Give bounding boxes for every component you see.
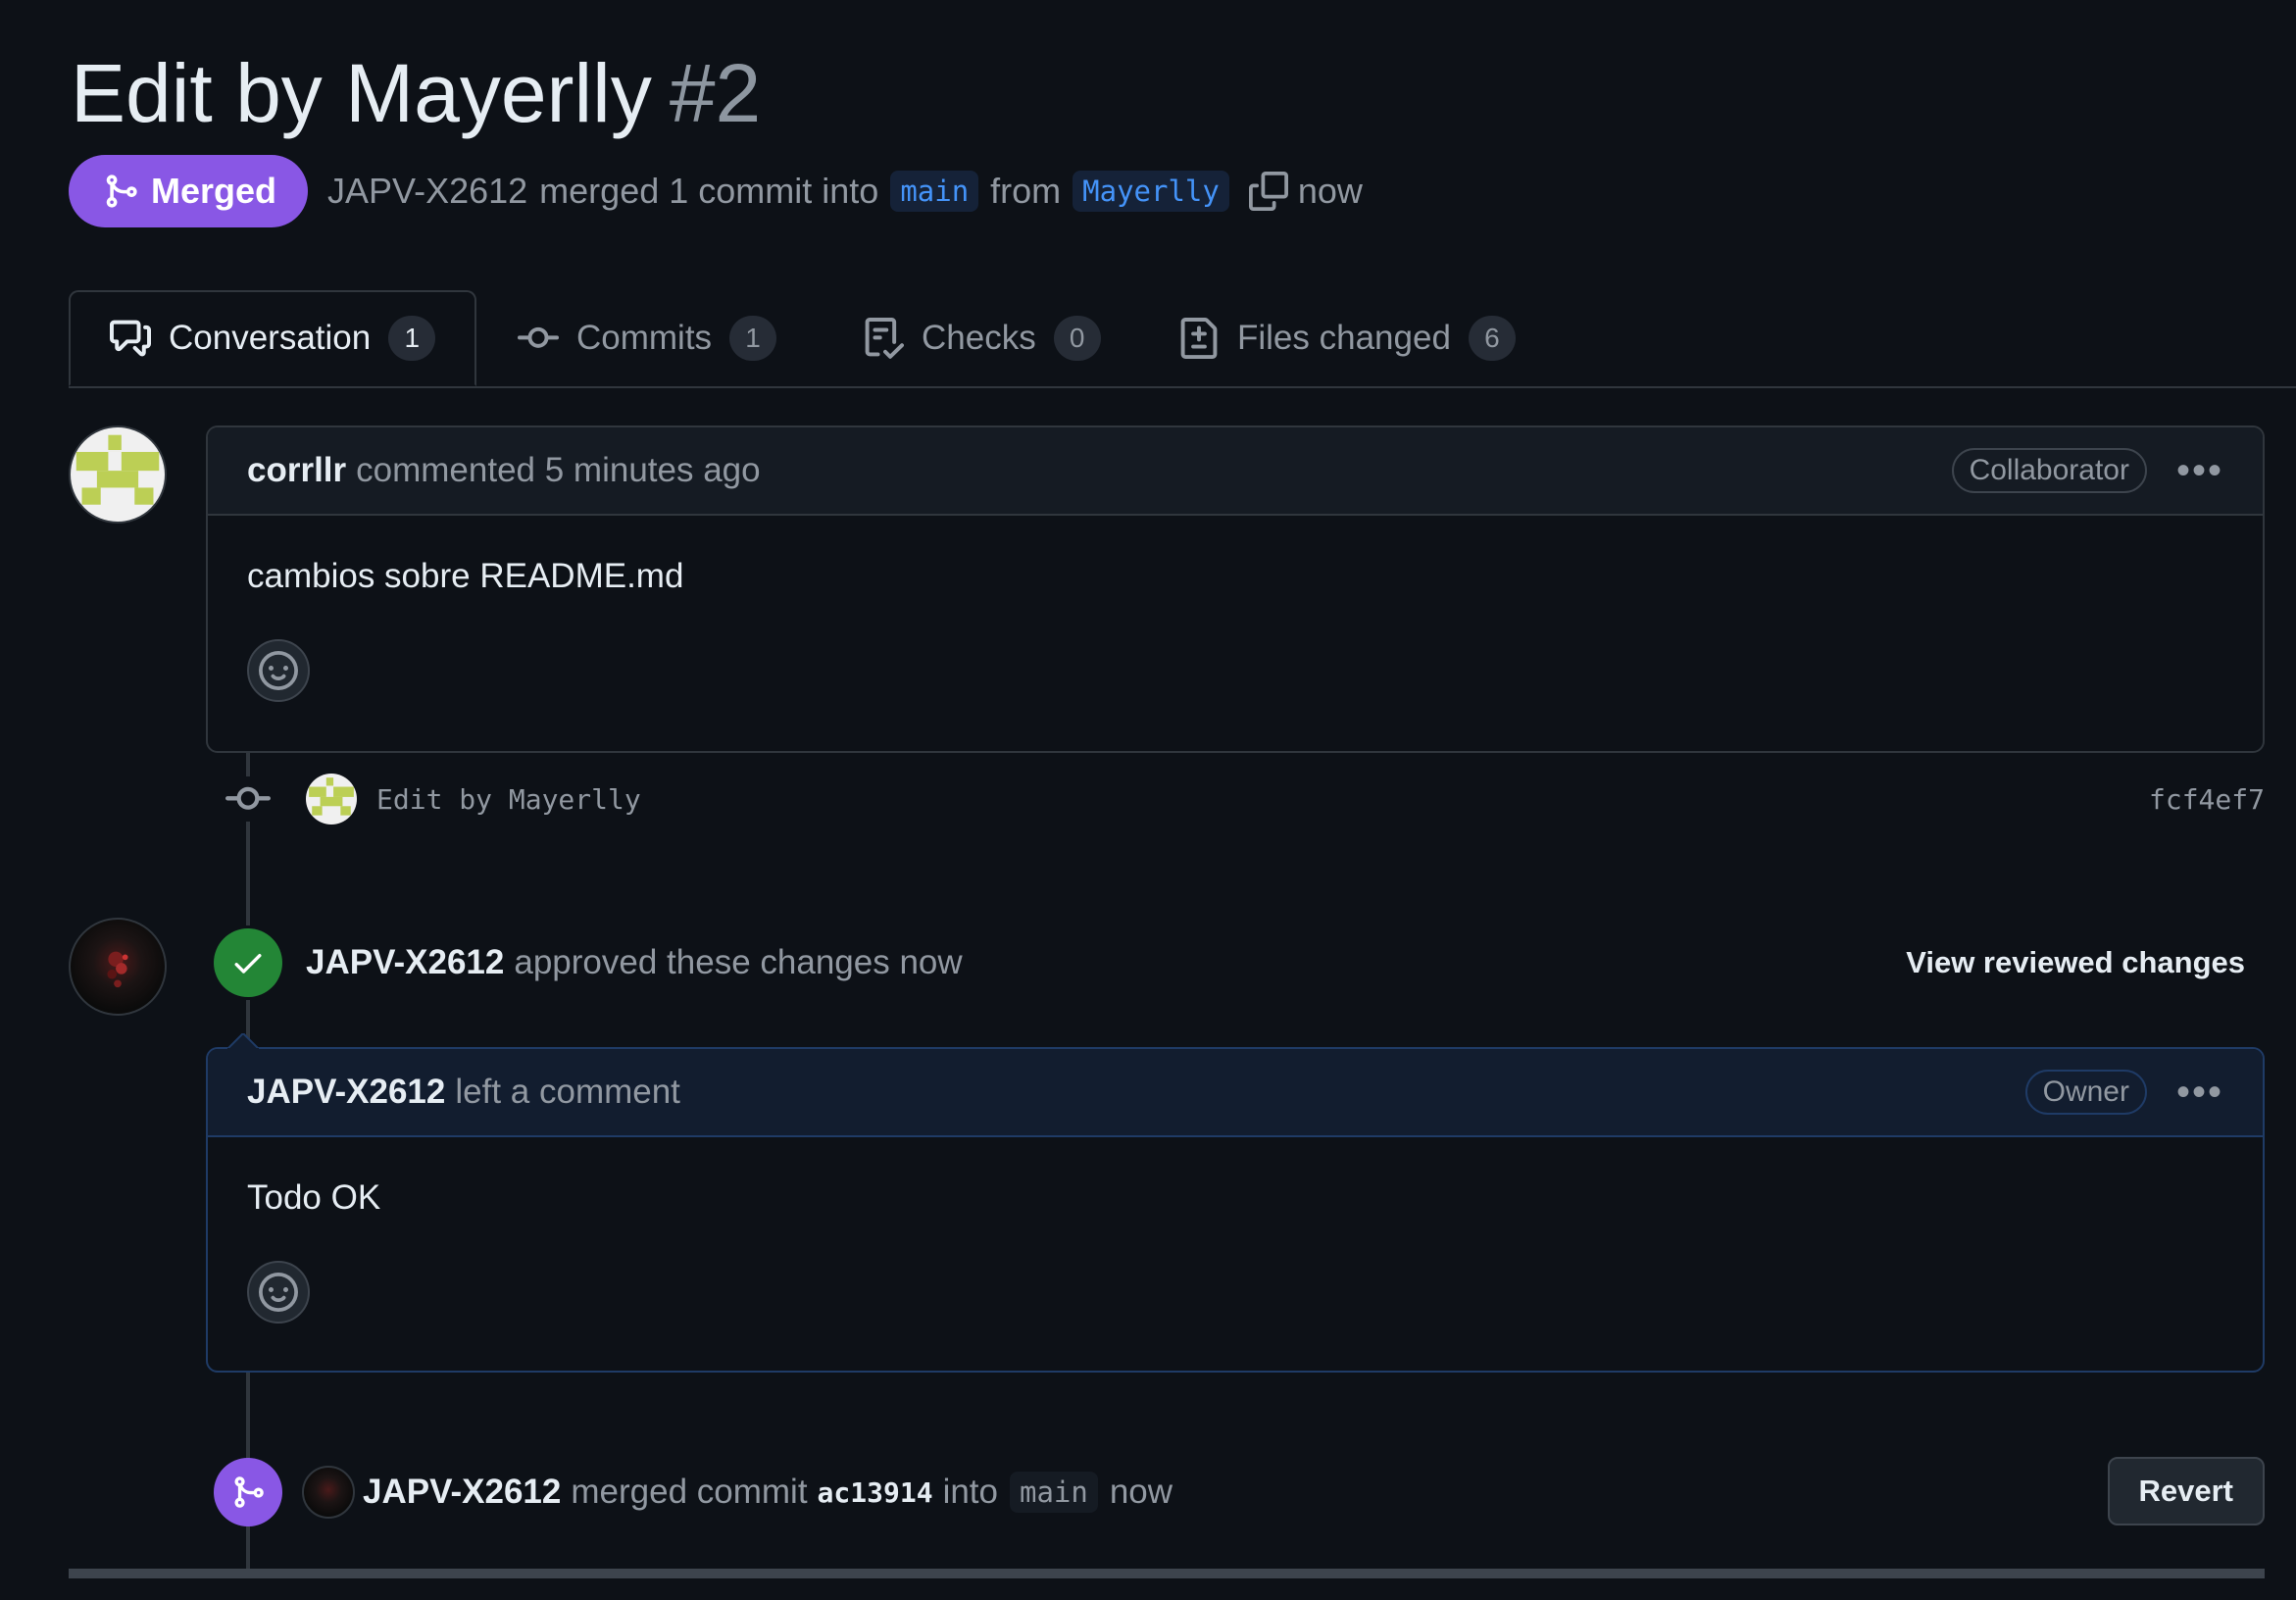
pr-tabs: Conversation 1 Commits 1 Checks 0 Files … — [69, 290, 2296, 388]
identicon-avatar — [309, 777, 354, 816]
tab-checks-label: Checks — [922, 319, 1036, 357]
git-merge-icon — [234, 1476, 264, 1508]
comment-author[interactable]: JAPV-X2612 — [247, 1073, 445, 1112]
tab-files-changed-label: Files changed — [1237, 319, 1451, 357]
comment-body: cambios sobre README.md — [247, 557, 684, 595]
kebab-menu-icon[interactable]: ••• — [2176, 1073, 2223, 1112]
avatar[interactable] — [306, 774, 357, 825]
role-badge: Owner — [2024, 1070, 2147, 1115]
divider — [69, 1569, 2265, 1578]
tab-files-changed[interactable]: Files changed 6 — [1178, 290, 1516, 386]
from-label: from — [990, 171, 1062, 211]
comment-meta: left a comment — [455, 1073, 680, 1111]
comment-author[interactable]: corrllr — [247, 451, 346, 490]
checklist-icon — [865, 318, 904, 359]
identicon-avatar — [75, 434, 160, 505]
tab-commits-count: 1 — [729, 316, 777, 361]
avatar[interactable] — [302, 1466, 355, 1519]
tab-commits[interactable]: Commits 1 — [518, 290, 777, 386]
merger-link[interactable]: JAPV-X2612 — [363, 1473, 561, 1512]
copy-icon[interactable] — [1248, 172, 1288, 211]
comment-discussion-icon — [110, 320, 151, 357]
git-commit-icon — [518, 326, 559, 348]
commit-event: Edit by Mayerlly fcf4ef7 — [225, 773, 2265, 825]
head-branch[interactable]: Mayerlly — [1073, 171, 1229, 212]
role-badge: Collaborator — [1951, 448, 2147, 493]
comment-header: corrllr commented 5 minutes ago Collabor… — [208, 427, 2263, 516]
merger-link[interactable]: JAPV-X2612 — [327, 171, 527, 212]
tab-conversation-count: 1 — [388, 316, 436, 361]
page-title: Edit by Mayerlly #2 — [71, 39, 761, 147]
tab-conversation[interactable]: Conversation 1 — [69, 290, 477, 386]
pr-title: Edit by Mayerlly — [71, 47, 652, 139]
avatar[interactable] — [69, 425, 167, 524]
git-commit-icon — [225, 776, 271, 822]
add-reaction-button[interactable] — [247, 639, 310, 702]
tab-conversation-label: Conversation — [169, 319, 372, 357]
review-comment-box: JAPV-X2612 left a comment Owner ••• Todo… — [206, 1033, 2265, 1373]
merge-commit-sha-link[interactable]: ac13914 — [818, 1476, 933, 1509]
git-merge-icon — [106, 175, 137, 208]
revert-button[interactable]: Revert — [2107, 1457, 2265, 1525]
comment-header: JAPV-X2612 left a comment Owner ••• — [208, 1049, 2263, 1137]
commit-sha-link[interactable]: fcf4ef7 — [2149, 783, 2265, 816]
check-icon — [234, 954, 262, 974]
kebab-menu-icon[interactable]: ••• — [2176, 451, 2223, 490]
pr-meta: Merged JAPV-X2612 merged 1 commit into m… — [69, 155, 1363, 227]
reviewer-link[interactable]: JAPV-X2612 — [306, 943, 504, 982]
avatar[interactable] — [69, 918, 167, 1016]
commit-message-link[interactable]: Edit by Mayerlly — [376, 783, 641, 816]
review-text: approved these changes now — [514, 943, 963, 981]
smiley-icon — [259, 651, 298, 690]
review-event: JAPV-X2612 approved these changes now Vi… — [214, 924, 2245, 1002]
tab-files-changed-count: 6 — [1468, 316, 1516, 361]
merge-time: now — [1297, 171, 1363, 211]
into-label: into — [942, 1473, 998, 1511]
comment-meta: commented 5 minutes ago — [356, 451, 761, 489]
merge-event-time: now — [1109, 1473, 1173, 1511]
add-reaction-button[interactable] — [247, 1261, 310, 1324]
avatar-image — [107, 951, 128, 988]
target-branch[interactable]: main — [1010, 1472, 1098, 1513]
smiley-icon — [259, 1273, 298, 1312]
merge-event: JAPV-X2612 merged commit ac13914 into ma… — [214, 1457, 2265, 1527]
base-branch[interactable]: main — [890, 171, 979, 212]
state-label: Merged — [151, 171, 277, 211]
merged-state-badge: Merged — [69, 155, 309, 227]
comment-box: corrllr commented 5 minutes ago Collabor… — [206, 425, 2265, 753]
tab-checks[interactable]: Checks 0 — [863, 290, 1101, 386]
view-reviewed-changes-button[interactable]: View reviewed changes — [1906, 945, 2245, 980]
merged-event-badge — [214, 1458, 282, 1526]
comment-body: Todo OK — [247, 1178, 381, 1217]
merge-event-text: merged commit — [571, 1473, 808, 1511]
caret-pointer — [227, 1033, 259, 1049]
pr-number: #2 — [669, 47, 762, 139]
tab-checks-count: 0 — [1053, 316, 1101, 361]
approved-badge — [214, 928, 282, 997]
file-diff-icon — [1180, 318, 1218, 359]
tab-commits-label: Commits — [576, 319, 713, 357]
merge-description: merged 1 commit into — [539, 171, 879, 211]
